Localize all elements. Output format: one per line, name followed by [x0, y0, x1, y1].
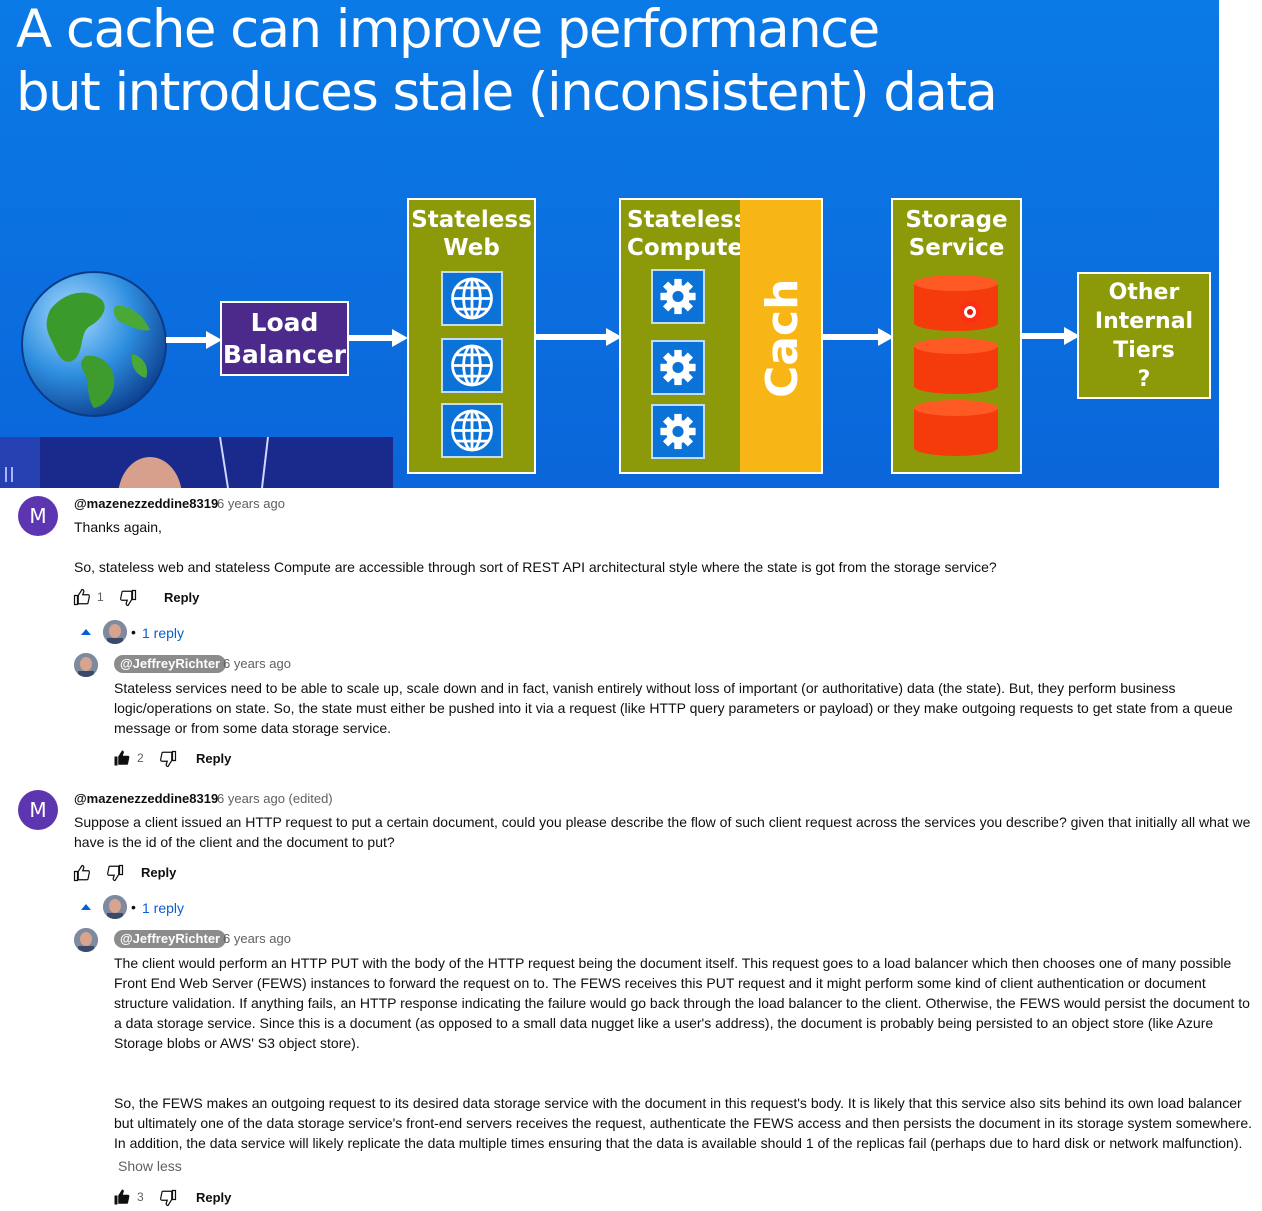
video-slide: A cache can improve performance but intr…: [0, 0, 1219, 488]
web-globe-icon: [441, 403, 503, 458]
reply-text: Stateless services need to be able to sc…: [114, 680, 1233, 736]
arrow-icon: [536, 328, 622, 346]
avatar: [103, 895, 127, 919]
load-balancer-box: Load Balancer: [220, 301, 349, 376]
caret-up-icon[interactable]: [81, 629, 91, 635]
avatar[interactable]: M: [18, 496, 58, 536]
globe-icon: [21, 271, 167, 417]
comment-author[interactable]: @mazenezzeddine8319: [74, 496, 218, 511]
thumb-up-icon[interactable]: [113, 749, 131, 767]
storage-service-label-1: Storage: [905, 207, 1008, 233]
cache-label: Cache: [757, 278, 808, 398]
slide-title: A cache can improve performance but intr…: [16, 0, 1016, 124]
separator-dot: •: [131, 624, 136, 640]
gear-icon: [651, 269, 705, 324]
comment-text-line: Thanks again,: [74, 519, 162, 535]
reply-button[interactable]: Reply: [196, 1190, 231, 1205]
gear-icon: [651, 340, 705, 395]
reply-button[interactable]: Reply: [141, 865, 176, 880]
storage-service-label-2: Service: [908, 235, 1005, 261]
other-tiers-box: Other Internal Tiers ?: [1077, 272, 1211, 399]
creator-author-badge[interactable]: @JeffreyRichter: [114, 655, 227, 673]
comment-text: Suppose a client issued an HTTP request …: [74, 814, 1251, 850]
like-count: 1: [97, 590, 104, 604]
view-replies-button[interactable]: 1 reply: [142, 625, 184, 641]
web-globe-icon: [441, 338, 503, 393]
person-photo: [74, 653, 98, 677]
comment-time[interactable]: 6 years ago: [217, 496, 285, 511]
like-count: 3: [137, 1190, 144, 1204]
load-balancer-label-2: Balancer: [222, 339, 347, 369]
avatar[interactable]: [74, 653, 98, 677]
comment-text-line: So, stateless web and stateless Compute …: [74, 559, 997, 575]
avatar[interactable]: [74, 928, 98, 952]
other-tiers-label-1: Other: [1108, 280, 1180, 305]
database-icon: [914, 275, 998, 331]
other-tiers-label-2: Internal: [1094, 309, 1194, 334]
stateless-web-label-1: Stateless: [411, 207, 532, 233]
person-photo: [103, 620, 127, 644]
stateless-compute-label-1: Stateless: [627, 207, 748, 233]
caret-up-icon[interactable]: [81, 904, 91, 910]
person-photo: [74, 928, 98, 952]
arrow-icon: [348, 329, 408, 347]
view-replies-button[interactable]: 1 reply: [142, 900, 184, 916]
comment-text: Thanks again, So, stateless web and stat…: [74, 517, 1244, 577]
database-icon: [914, 400, 998, 456]
comment-time[interactable]: 6 years ago: [223, 656, 291, 671]
reply-button[interactable]: Reply: [164, 590, 199, 605]
comment-time[interactable]: 6 years ago: [223, 931, 291, 946]
arrow-icon: [1020, 327, 1080, 345]
thumb-up-icon[interactable]: [113, 1188, 131, 1206]
thumb-down-icon[interactable]: [159, 1189, 177, 1207]
gear-icon: [651, 404, 705, 459]
avatar-letter: M: [29, 504, 47, 528]
separator-dot: •: [131, 899, 136, 915]
other-tiers-label-3: Tiers: [1113, 338, 1175, 363]
thumb-up-icon[interactable]: [73, 864, 91, 882]
reply-text-paragraph: So, the FEWS makes an outgoing request t…: [114, 1095, 1253, 1151]
stateless-web-label-2: Web: [443, 235, 500, 261]
thumb-up-icon[interactable]: [73, 588, 91, 606]
reply-text-paragraph: The client would perform an HTTP PUT wit…: [114, 955, 1250, 1051]
thumb-down-icon[interactable]: [119, 589, 137, 607]
arrow-icon: [166, 331, 222, 349]
web-globe-icon: [441, 271, 503, 326]
stateless-compute-label-2: Compute: [627, 235, 744, 261]
slide-title-line2: but introduces stale (inconsistent) data: [16, 62, 998, 123]
avatar: [103, 620, 127, 644]
reply-button[interactable]: Reply: [196, 751, 231, 766]
presenter-video-inset: [0, 437, 393, 488]
like-count: 2: [137, 751, 144, 765]
show-less-button[interactable]: Show less: [118, 1158, 182, 1174]
avatar[interactable]: M: [18, 790, 58, 830]
creator-author-badge[interactable]: @JeffreyRichter: [114, 930, 227, 948]
thumb-down-icon[interactable]: [106, 864, 124, 882]
slide-title-line1: A cache can improve performance: [16, 0, 880, 60]
thumb-down-icon[interactable]: [159, 750, 177, 768]
load-balancer-label-1: Load: [250, 307, 319, 337]
presenter-image: [0, 437, 393, 488]
person-photo: [103, 895, 127, 919]
comment-time[interactable]: 6 years ago (edited): [217, 791, 333, 806]
database-icon: [914, 338, 998, 394]
other-tiers-label-4: ?: [1137, 367, 1151, 392]
comment-author[interactable]: @mazenezzeddine8319: [74, 791, 218, 806]
arrow-icon: [822, 328, 894, 346]
avatar-letter: M: [29, 798, 47, 822]
svg-text:Cache: Cache: [757, 278, 808, 398]
